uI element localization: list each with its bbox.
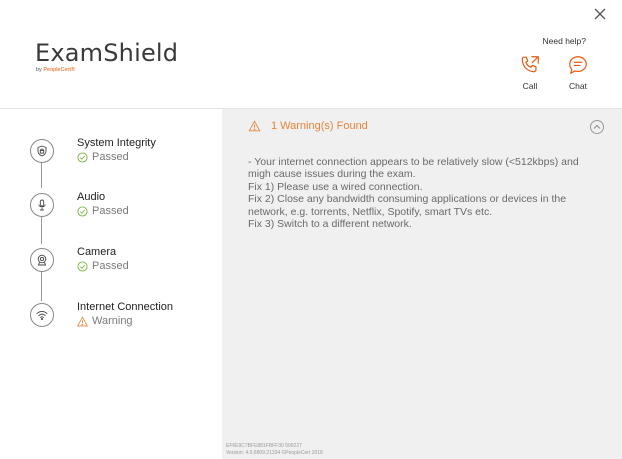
call-button[interactable]: Call bbox=[510, 54, 550, 91]
warning-title: 1 Warning(s) Found bbox=[271, 120, 368, 132]
check-circle-icon bbox=[77, 205, 88, 217]
warning-header: 1 Warning(s) Found bbox=[248, 120, 368, 132]
webcam-icon bbox=[30, 248, 54, 272]
chat-label: Chat bbox=[569, 81, 587, 91]
need-help-label: Need help? bbox=[542, 36, 586, 46]
session-id: EF6E9C7BFE881FBFF30 506227 bbox=[226, 443, 302, 449]
chat-button[interactable]: Chat bbox=[558, 54, 598, 91]
app-logo: ExamShield by PeopleCert® bbox=[35, 40, 178, 73]
step-status: Passed bbox=[77, 151, 129, 163]
warning-message-line: Fix 1) Please use a wired connection. bbox=[248, 180, 423, 193]
logo-byline: by PeopleCert® bbox=[36, 67, 178, 73]
warning-message-line: Fix 3) Switch to a different network. bbox=[248, 218, 412, 231]
logo-mark: ® bbox=[70, 67, 75, 73]
warning-message-line: - Your internet connection appears to be… bbox=[248, 156, 579, 181]
step-connector bbox=[41, 161, 42, 188]
phone-icon bbox=[521, 56, 539, 73]
step-status-text: Passed bbox=[92, 151, 129, 163]
warning-message: - Your internet connection appears to be… bbox=[248, 156, 604, 230]
version-footer: EF6E9C7BFE881FBFF30 506227 Version: 4.0.… bbox=[226, 443, 323, 457]
check-steps-sidebar: System Integrity Passed Audio Passed Cam… bbox=[0, 109, 222, 459]
step-status: Passed bbox=[77, 205, 129, 217]
warning-triangle-icon bbox=[248, 120, 261, 132]
step-status-text: Passed bbox=[92, 205, 129, 217]
step-title: System Integrity bbox=[77, 137, 156, 149]
step-status: Warning bbox=[77, 315, 133, 327]
logo-text: ExamShield bbox=[35, 39, 179, 67]
microphone-icon bbox=[30, 193, 54, 217]
collapse-button[interactable] bbox=[590, 120, 604, 134]
step-title: Camera bbox=[77, 246, 117, 258]
app-header: ExamShield by PeopleCert® Need help? Cal… bbox=[0, 0, 622, 109]
chevron-up-icon bbox=[593, 124, 601, 129]
step-connector bbox=[41, 271, 42, 301]
check-circle-icon bbox=[77, 151, 88, 163]
step-connector bbox=[41, 217, 42, 244]
call-label: Call bbox=[522, 81, 538, 91]
step-status-text: Passed bbox=[92, 260, 129, 272]
shield-lock-icon bbox=[30, 139, 54, 163]
check-circle-icon bbox=[77, 260, 88, 272]
step-status-text: Warning bbox=[92, 315, 133, 327]
warning-triangle-icon bbox=[77, 315, 88, 326]
chat-bubble-icon bbox=[569, 56, 587, 74]
step-title: Audio bbox=[77, 191, 106, 203]
warning-message-line: Fix 2) Close any bandwidth consuming app… bbox=[248, 193, 567, 218]
version-text: Version: 4.0.6809.21334 ©PeopleCert 2018 bbox=[226, 450, 323, 456]
step-title: Internet Connection bbox=[77, 301, 174, 313]
logo-brand: PeopleCert bbox=[43, 67, 71, 73]
warning-panel: 1 Warning(s) Found - Your internet conne… bbox=[222, 109, 622, 459]
wifi-icon bbox=[30, 303, 54, 327]
step-status: Passed bbox=[77, 260, 129, 272]
